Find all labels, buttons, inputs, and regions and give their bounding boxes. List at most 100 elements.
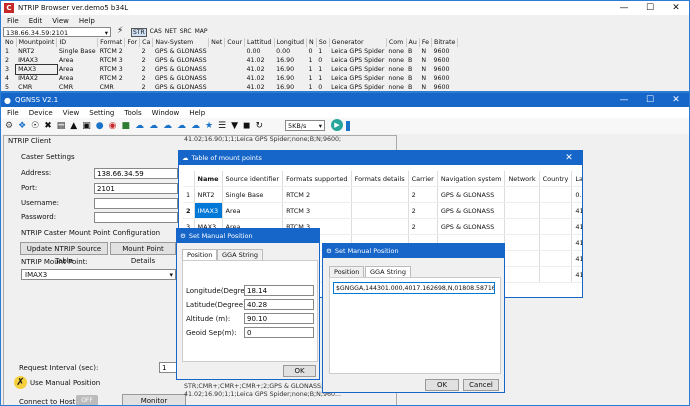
column-header[interactable]: Carrier [408, 171, 438, 187]
geoid-sep-input[interactable] [244, 327, 314, 338]
play-icon[interactable]: ▶ [331, 119, 343, 131]
menu-edit[interactable]: Edit [29, 17, 43, 25]
rate-combo[interactable]: 5KB/s ▾ [285, 120, 325, 131]
column-header[interactable]: Mountpoint [16, 38, 58, 47]
cloud-download-icon[interactable]: ☁ [163, 121, 172, 131]
tab-net[interactable]: NET [165, 28, 177, 37]
altitude-input[interactable] [244, 313, 314, 324]
minimize-icon[interactable]: — [611, 1, 637, 15]
column-header[interactable]: Nav-System [152, 38, 210, 47]
column-header[interactable]: For [124, 38, 141, 47]
close-icon[interactable]: ✕ [663, 93, 689, 107]
column-header[interactable]: Au [406, 38, 420, 47]
table-row[interactable]: 2IMAX3AreaRTCM 32GPS & GLONASS41.0216.90 [183, 202, 582, 219]
table-row[interactable]: 2 IMAX3 Area RTCM 3 2 GPS & GLONASS 41.02 16.90… [3, 56, 458, 65]
antenna-icon[interactable]: ✖ [44, 121, 52, 131]
longitude-input[interactable] [244, 285, 314, 296]
column-header[interactable]: Generator [329, 38, 387, 47]
menu-setting[interactable]: Setting [89, 109, 114, 117]
table-row[interactable]: 1NRT2Single BaseRTCM 22GPS & GLONASS0.00… [3, 47, 458, 56]
column-header[interactable]: Formats details [351, 171, 409, 187]
column-header[interactable]: Source identifier [222, 171, 284, 187]
refresh-icon[interactable]: ↻ [256, 121, 264, 131]
cloud-settings-icon[interactable]: ☁ [191, 121, 200, 131]
connect-plug-icon[interactable]: ⚡ [117, 26, 123, 36]
mount-point-details-button[interactable]: Mount Point Details [110, 242, 176, 265]
cloud-sync-icon[interactable]: ☁ [177, 121, 186, 131]
chart-icon[interactable]: ▤ [57, 121, 66, 131]
gga-string-input[interactable]: $GNGGA,144301.000,4017.162698,N,01808.58… [333, 282, 495, 294]
column-header[interactable]: Name [194, 171, 223, 187]
camera-icon[interactable]: ▣ [82, 121, 91, 131]
column-header[interactable]: Fe [419, 38, 433, 47]
menu-device[interactable]: Device [29, 109, 53, 117]
column-header[interactable]: Cour [224, 38, 246, 47]
settings-icon[interactable]: ❖ [18, 121, 26, 131]
password-input[interactable] [94, 212, 178, 223]
username-input[interactable] [94, 198, 178, 209]
table-row[interactable]: 5 CMR CMR CMR 2 GPS & GLONASS 41.02 16.90 1 0 Leic… [3, 83, 458, 91]
column-header[interactable]: Network [504, 171, 540, 187]
mount-point-combo[interactable]: IMAX3 ▾ [21, 269, 176, 280]
column-header[interactable]: Net [208, 38, 226, 47]
column-header[interactable]: Bitrate [431, 38, 459, 47]
minimize-icon[interactable]: — [611, 93, 637, 107]
update-source-table-button[interactable]: Update NTRIP Source Table [20, 242, 108, 265]
cloud-upload-icon[interactable]: ☁ [149, 121, 158, 131]
column-header[interactable]: Ca [139, 38, 154, 47]
lock-icon[interactable]: ◼ [243, 121, 250, 131]
globe-icon[interactable]: ● [96, 121, 104, 131]
column-header[interactable]: Com [386, 38, 407, 47]
latitude-input[interactable] [244, 299, 314, 310]
menu-window[interactable]: Window [152, 109, 180, 117]
menu-view[interactable]: View [52, 17, 69, 25]
column-header[interactable]: Navigation system [437, 171, 506, 187]
menu-file[interactable]: File [7, 17, 19, 25]
table-row[interactable]: 1NRT2Single BaseRTCM 22GPS & GLONASS0.00… [183, 186, 582, 203]
close-icon[interactable]: ✕ [663, 1, 689, 15]
log-icon[interactable]: ☰ [218, 121, 226, 131]
table-row[interactable]: 3 MAX3 Area RTCM 3 2 GPS & GLONASS 41.02 16.90 1… [3, 64, 458, 75]
cancel-button[interactable]: Cancel [463, 379, 499, 391]
mount-table-title: Table of mount points [191, 154, 262, 162]
location-pin-icon[interactable]: ◉ [109, 121, 117, 131]
satellite-icon[interactable]: ☉ [31, 121, 39, 131]
signal-icon[interactable]: ▲ [70, 121, 77, 131]
menu-view[interactable]: View [63, 109, 80, 117]
connect-toggle[interactable]: OFF [76, 395, 98, 405]
menu-help[interactable]: Help [79, 17, 95, 25]
column-header[interactable]: ID [56, 38, 99, 47]
column-header[interactable]: N [306, 38, 317, 47]
column-header[interactable]: Longitud [274, 38, 308, 47]
column-header[interactable]: Formats supported [282, 171, 352, 187]
table-row[interactable]: 4 IMAX2 Area RTCM 2 2 GPS & GLONASS 41.02 16.90… [3, 74, 458, 83]
ok-button[interactable]: OK [283, 365, 316, 377]
menu-tools[interactable]: Tools [124, 109, 141, 117]
menu-file[interactable]: File [7, 109, 19, 117]
cloud-icon[interactable]: ☁ [135, 121, 144, 131]
caster-address-combo[interactable]: 138.66.34.59:2101 ▾ [3, 27, 111, 37]
port-input[interactable] [94, 183, 178, 194]
maximize-icon[interactable]: ☐ [637, 93, 663, 107]
menu-help[interactable]: Help [189, 109, 205, 117]
map-icon[interactable]: ■ [121, 121, 130, 131]
column-header[interactable]: So [316, 38, 330, 47]
address-input[interactable] [94, 168, 178, 179]
column-header[interactable]: Latitude [571, 171, 582, 187]
monitor-button[interactable]: Monitor [122, 394, 186, 405]
tab-str[interactable]: STR [131, 28, 147, 37]
ok-button[interactable]: OK [425, 379, 459, 391]
tab-src[interactable]: SRC [180, 28, 192, 37]
close-icon[interactable]: ✕ [556, 151, 582, 165]
column-header[interactable]: No [3, 38, 17, 47]
column-header[interactable]: Format [97, 38, 126, 47]
use-manual-checkbox[interactable]: ✗ [14, 376, 27, 389]
maximize-icon[interactable]: ☐ [637, 1, 663, 15]
tab-cas[interactable]: CAS [150, 28, 162, 37]
connect-icon[interactable]: ⚙ [5, 121, 13, 131]
tab-map[interactable]: MAP [195, 28, 208, 37]
ntrip-icon[interactable]: ★ [205, 121, 213, 131]
column-header[interactable]: Lattitud [244, 38, 275, 47]
filter-icon[interactable]: ▼ [231, 121, 238, 131]
column-header[interactable]: Country [539, 171, 573, 187]
